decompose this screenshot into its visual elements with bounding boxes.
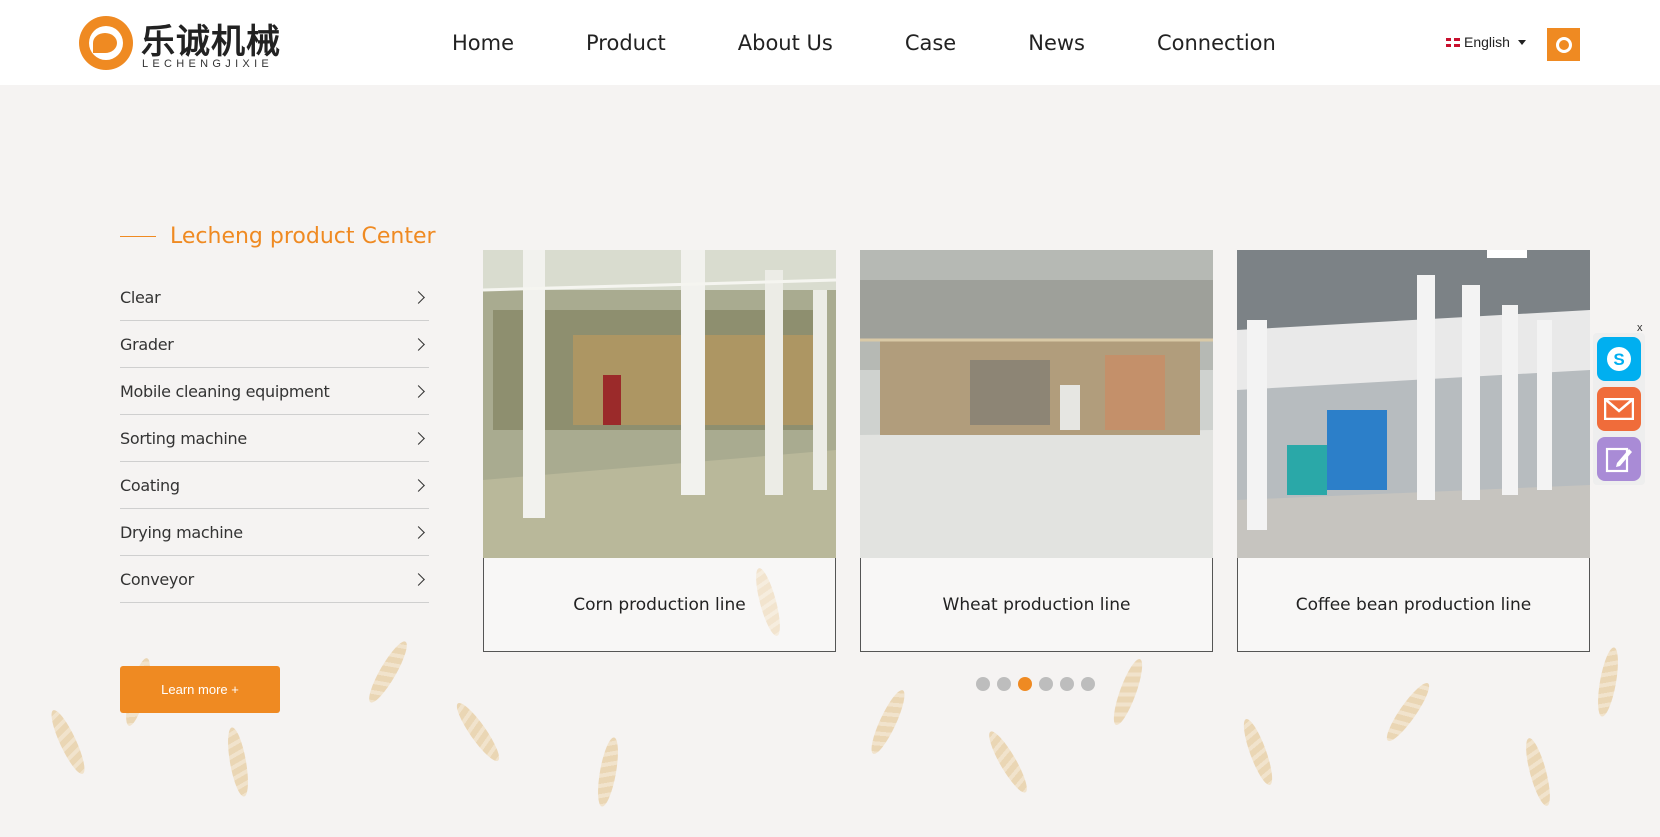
header-contact-button[interactable]: [1547, 28, 1580, 61]
case-image-coffee: [1237, 250, 1590, 558]
logo-text-en: LECHENGJIXIE: [142, 58, 274, 70]
carousel-dots: [976, 677, 1102, 691]
carousel-dot[interactable]: [997, 677, 1011, 691]
email-button[interactable]: [1597, 387, 1641, 431]
category-item-conveyor[interactable]: Conveyor: [120, 556, 429, 603]
language-label: English: [1464, 34, 1510, 50]
skype-button[interactable]: S: [1597, 337, 1641, 381]
category-item-clear[interactable]: Clear: [120, 274, 429, 321]
main-nav: Home Product About Us Case News Connecti…: [452, 0, 1276, 85]
category-item-coating[interactable]: Coating: [120, 462, 429, 509]
title-accent-line: [120, 236, 156, 237]
case-card-corn[interactable]: Corn production line: [483, 250, 836, 652]
section-title: Lecheng product Center: [170, 224, 436, 249]
case-caption: Wheat production line: [860, 558, 1213, 652]
nav-about-us[interactable]: About Us: [738, 31, 833, 55]
category-label: Mobile cleaning equipment: [120, 381, 330, 401]
nav-news[interactable]: News: [1028, 31, 1085, 55]
nav-case[interactable]: Case: [905, 31, 956, 55]
category-label: Conveyor: [120, 569, 194, 589]
chevron-right-icon: [412, 384, 425, 398]
category-item-drying[interactable]: Drying machine: [120, 509, 429, 556]
category-label: Grader: [120, 334, 174, 354]
site-header: 乐诚机械 LECHENGJIXIE Home Product About Us …: [0, 0, 1660, 85]
chevron-right-icon: [412, 478, 425, 492]
case-image-corn: [483, 250, 836, 558]
message-button[interactable]: [1597, 437, 1641, 481]
category-label: Sorting machine: [120, 428, 247, 448]
category-label: Clear: [120, 287, 161, 307]
chevron-right-icon: [412, 525, 425, 539]
case-caption: Corn production line: [483, 558, 836, 652]
case-caption: Coffee bean production line: [1237, 558, 1590, 652]
case-card-coffee[interactable]: Coffee bean production line: [1237, 250, 1590, 652]
chevron-right-icon: [412, 290, 425, 304]
learn-more-button[interactable]: Learn more +: [120, 666, 280, 713]
carousel-dot-active[interactable]: [1018, 677, 1032, 691]
case-card-wheat[interactable]: Wheat production line: [860, 250, 1213, 652]
case-image-wheat: [860, 250, 1213, 558]
edit-icon: [1605, 447, 1632, 473]
chevron-right-icon: [412, 572, 425, 586]
site-logo[interactable]: 乐诚机械 LECHENGJIXIE: [79, 14, 284, 72]
skype-icon: S: [1607, 347, 1631, 371]
headset-icon: [1555, 36, 1572, 53]
carousel-dot[interactable]: [1060, 677, 1074, 691]
category-item-grader[interactable]: Grader: [120, 321, 429, 368]
mail-icon: [1604, 398, 1634, 420]
nav-connection[interactable]: Connection: [1157, 31, 1276, 55]
language-selector[interactable]: English: [1446, 34, 1526, 50]
carousel-dot[interactable]: [976, 677, 990, 691]
carousel-dot[interactable]: [1039, 677, 1053, 691]
category-item-sorting[interactable]: Sorting machine: [120, 415, 429, 462]
logo-mark-icon: [79, 16, 133, 70]
chevron-right-icon: [412, 431, 425, 445]
nav-product[interactable]: Product: [586, 31, 666, 55]
svg-text:S: S: [1613, 350, 1624, 369]
category-item-mobile-cleaning[interactable]: Mobile cleaning equipment: [120, 368, 429, 415]
uk-flag-icon: [1446, 37, 1460, 47]
floating-contact-bar: S: [1593, 333, 1645, 485]
category-list: Clear Grader Mobile cleaning equipment S…: [120, 274, 429, 603]
caret-down-icon: [1517, 39, 1526, 45]
chevron-right-icon: [412, 337, 425, 351]
category-label: Drying machine: [120, 522, 243, 542]
logo-text-cn: 乐诚机械: [141, 22, 281, 62]
category-label: Coating: [120, 475, 180, 495]
nav-home[interactable]: Home: [452, 31, 514, 55]
carousel-dot[interactable]: [1081, 677, 1095, 691]
